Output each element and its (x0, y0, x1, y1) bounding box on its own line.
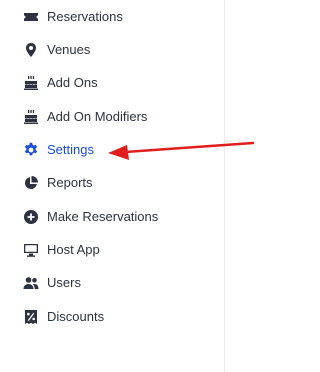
sidebar-item-venues[interactable]: Venues (23, 40, 90, 60)
monitor-icon (23, 242, 39, 258)
sidebar-item-reservations[interactable]: Reservations (23, 7, 123, 27)
sidebar-item-host-app[interactable]: Host App (23, 240, 100, 260)
discount-icon (23, 309, 39, 325)
sidebar-item-add-on-modifiers[interactable]: Add On Modifiers (23, 107, 147, 127)
sidebar-item-label: Reservations (47, 9, 123, 24)
sidebar-nav: Reservations Venues Add Ons Add On Modif… (0, 0, 225, 372)
sidebar-item-label: Make Reservations (47, 209, 159, 224)
sidebar-item-label: Users (47, 275, 81, 290)
pie-chart-icon (23, 175, 39, 191)
sidebar-item-reports[interactable]: Reports (23, 173, 93, 193)
sidebar-item-label: Discounts (47, 309, 105, 324)
sidebar-item-label: Host App (47, 242, 100, 257)
sidebar-item-label: Venues (47, 42, 91, 57)
sidebar-item-settings[interactable]: Settings (23, 140, 94, 160)
map-pin-icon (23, 42, 39, 58)
cake-icon (23, 75, 39, 91)
sidebar-item-label: Reports (47, 175, 93, 190)
sidebar-item-discounts[interactable]: Discounts (23, 307, 104, 327)
users-icon (23, 275, 39, 291)
cake-icon (23, 109, 39, 125)
sidebar-item-users[interactable]: Users (23, 273, 81, 293)
plus-circle-icon (23, 209, 39, 225)
sidebar-item-make-reservations[interactable]: Make Reservations (23, 207, 158, 227)
sidebar-item-label: Add On Modifiers (47, 109, 148, 124)
sidebar-item-add-ons[interactable]: Add Ons (23, 73, 98, 93)
sidebar-item-label: Add Ons (47, 75, 98, 90)
ticket-icon (23, 9, 39, 25)
gear-icon (23, 142, 39, 158)
sidebar-item-label: Settings (47, 142, 94, 157)
